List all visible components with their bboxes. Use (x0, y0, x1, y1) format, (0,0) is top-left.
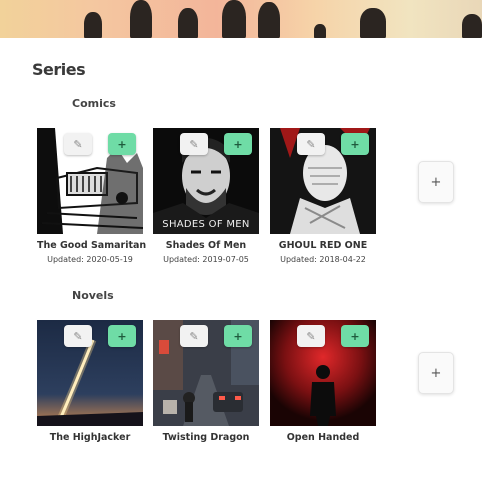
pencil-icon: ✎ (189, 329, 199, 343)
series-card[interactable]: ✎ + Open Handed (270, 320, 376, 443)
edit-button[interactable]: ✎ (64, 133, 92, 155)
cover-text: SHADES OF MEN (162, 219, 250, 230)
add-button[interactable]: + (224, 133, 252, 155)
add-comic-button[interactable]: + (418, 161, 454, 203)
pencil-icon: ✎ (73, 329, 83, 343)
edit-button[interactable]: ✎ (297, 133, 325, 155)
add-novel-button[interactable]: + (418, 352, 454, 394)
series-title[interactable]: GHOUL RED ONE (270, 240, 376, 251)
cover-image[interactable]: SHADES OF MEN ✎ + (153, 128, 259, 234)
cover-image[interactable]: ✎ + (37, 128, 143, 234)
series-title[interactable]: Open Handed (270, 432, 376, 443)
section-title-comics: Comics (72, 97, 116, 110)
header-banner-image (0, 0, 482, 38)
edit-button[interactable]: ✎ (297, 325, 325, 347)
page-title: Series (32, 60, 86, 79)
series-title[interactable]: The Good Samaritan (37, 240, 146, 251)
series-title[interactable]: Twisting Dragon (153, 432, 259, 443)
updated-date: Updated: 2019-07-05 (163, 255, 249, 264)
cover-image[interactable]: ✎ + (270, 320, 376, 426)
section-title-novels: Novels (72, 289, 114, 302)
series-card[interactable]: SHADES OF MEN ✎ + Shades Of Men Updated:… (153, 128, 259, 264)
pencil-icon: ✎ (306, 137, 316, 151)
add-button[interactable]: + (341, 133, 369, 155)
series-title[interactable]: The HighJacker (37, 432, 143, 443)
add-button[interactable]: + (108, 325, 136, 347)
cover-image[interactable]: ✎ + (37, 320, 143, 426)
updated-date: Updated: 2018-04-22 (280, 255, 366, 264)
series-card[interactable]: ✎ + GHOUL RED ONE Updated: 2018-04-22 (270, 128, 376, 264)
series-card[interactable]: ✎ + Twisting Dragon (153, 320, 259, 443)
edit-button[interactable]: ✎ (180, 133, 208, 155)
add-button[interactable]: + (224, 325, 252, 347)
edit-button[interactable]: ✎ (64, 325, 92, 347)
add-button[interactable]: + (108, 133, 136, 155)
cover-image[interactable]: ✎ + (153, 320, 259, 426)
add-button[interactable]: + (341, 325, 369, 347)
pencil-icon: ✎ (73, 137, 83, 151)
series-title[interactable]: Shades Of Men (153, 240, 259, 251)
cover-image[interactable]: ✎ + (270, 128, 376, 234)
updated-date: Updated: 2020-05-19 (47, 255, 133, 264)
edit-button[interactable]: ✎ (180, 325, 208, 347)
pencil-icon: ✎ (189, 137, 199, 151)
series-card[interactable]: ✎ + The Good Samaritan Updated: 2020-05-… (37, 128, 146, 264)
series-card[interactable]: ✎ + The HighJacker (37, 320, 143, 443)
pencil-icon: ✎ (306, 329, 316, 343)
